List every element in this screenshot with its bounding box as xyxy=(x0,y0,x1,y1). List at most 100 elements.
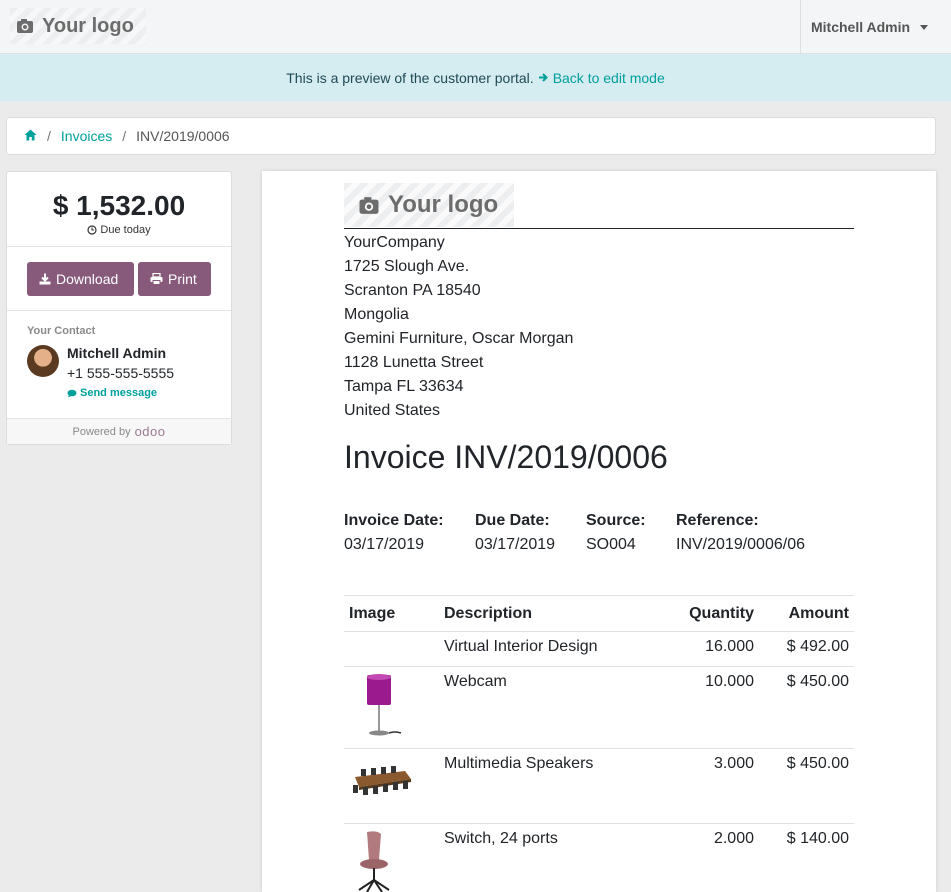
row-amount: $ 450.00 xyxy=(759,666,854,749)
address-line: Scranton PA 18540 xyxy=(344,282,481,299)
table-row: Multimedia Speakers 3.000 $ 450.00 xyxy=(344,748,854,824)
breadcrumb-separator: / xyxy=(47,128,51,144)
col-image: Image xyxy=(344,595,439,632)
row-image xyxy=(344,823,439,892)
col-quantity: Quantity xyxy=(654,595,759,632)
row-amount: $ 140.00 xyxy=(759,823,854,892)
col-amount: Amount xyxy=(759,595,854,632)
due-date-value: 03/17/2019 xyxy=(475,536,556,553)
contact-details: Mitchell Admin +1 555-555-5555 Send mess… xyxy=(67,345,174,399)
breadcrumb-home[interactable] xyxy=(24,128,37,144)
breadcrumb-invoices[interactable]: Invoices xyxy=(61,128,112,144)
breadcrumb-separator: / xyxy=(122,128,127,144)
row-quantity: 16.000 xyxy=(654,631,759,667)
company-logo[interactable]: Your logo xyxy=(10,8,146,44)
contact-title: Your Contact xyxy=(27,325,96,337)
download-button[interactable]: Download xyxy=(27,261,134,296)
reference-label: Reference: xyxy=(676,512,759,529)
row-image-empty xyxy=(344,631,439,667)
source-block: Source: SO004 xyxy=(586,509,646,557)
invoice-date-value: 03/17/2019 xyxy=(344,536,425,553)
table-row: Switch, 24 ports 2.000 $ 140.00 xyxy=(344,823,854,892)
avatar xyxy=(27,345,59,377)
row-amount: $ 450.00 xyxy=(759,748,854,824)
clock-icon xyxy=(87,225,98,235)
invoice-date-label: Invoice Date: xyxy=(344,512,444,529)
send-message-link[interactable]: Send message xyxy=(67,387,174,399)
row-image xyxy=(344,666,439,749)
actions-section: Download Print xyxy=(7,247,231,311)
invoice-sidebar: $ 1,532.00 Due today Download Print Your… xyxy=(6,171,232,445)
address-line: 1128 Lunetta Street xyxy=(344,354,484,371)
breadcrumb: / Invoices / INV/2019/0006 xyxy=(6,117,936,155)
source-label: Source: xyxy=(586,512,646,529)
address-line: Gemini Furniture, Oscar Morgan xyxy=(344,330,574,347)
invoice-document: Your logo YourCompany 1725 Slough Ave. S… xyxy=(262,171,936,892)
contact-phone: +1 555-555-5555 xyxy=(67,365,175,381)
download-icon xyxy=(39,273,51,284)
preview-message: This is a preview of the customer portal… xyxy=(286,69,534,86)
row-amount: $ 492.00 xyxy=(759,631,854,667)
row-quantity: 2.000 xyxy=(654,823,759,892)
logo-text: Your logo xyxy=(42,14,134,37)
chair-image xyxy=(358,831,390,892)
reference-value: INV/2019/0006/06 xyxy=(676,536,805,553)
back-to-edit-link[interactable]: Back to edit mode xyxy=(538,70,665,86)
address-line: Mongolia xyxy=(344,306,409,323)
powered-by-label: Powered by xyxy=(72,425,131,438)
invoice-date-block: Invoice Date: 03/17/2019 xyxy=(344,509,444,557)
contact-row: Mitchell Admin +1 555-555-5555 Send mess… xyxy=(27,345,231,399)
print-button[interactable]: Print xyxy=(138,261,211,296)
table-row: Webcam 10.000 $ 450.00 xyxy=(344,666,854,749)
home-icon xyxy=(24,129,37,141)
caret-down-icon xyxy=(920,24,929,30)
row-quantity: 3.000 xyxy=(654,748,759,824)
print-icon xyxy=(150,272,163,285)
lamp-image xyxy=(367,674,402,736)
preview-banner: This is a preview of the customer portal… xyxy=(0,54,951,101)
odoo-logo[interactable]: odoo xyxy=(135,424,166,439)
document-logo: Your logo xyxy=(344,183,514,227)
comment-icon xyxy=(67,389,77,397)
source-value: SO004 xyxy=(586,536,636,553)
address-line: YourCompany xyxy=(344,234,445,251)
back-to-edit-label: Back to edit mode xyxy=(552,69,665,86)
conference-table-image xyxy=(353,766,411,795)
amount-due: $ 1,532.00 xyxy=(52,190,186,221)
camera-icon xyxy=(17,19,33,33)
top-navbar: Your logo Mitchell Admin xyxy=(0,0,951,54)
user-name: Mitchell Admin xyxy=(811,19,911,35)
arrow-right-icon xyxy=(538,73,548,82)
camera-icon xyxy=(359,196,379,214)
row-description: Multimedia Speakers xyxy=(439,748,654,824)
due-status: Due today xyxy=(7,224,231,236)
address-line: Tampa FL 33634 xyxy=(344,378,464,395)
table-header-row: Image Description Quantity Amount xyxy=(344,595,854,632)
contact-section: Your Contact Mitchell Admin +1 555-555-5… xyxy=(7,311,231,419)
invoice-title: Invoice INV/2019/0006 xyxy=(344,439,668,475)
amount-section: $ 1,532.00 Due today xyxy=(7,172,231,247)
reference-block: Reference: INV/2019/0006/06 xyxy=(676,509,805,557)
document-logo-text: Your logo xyxy=(388,191,499,218)
row-description: Switch, 24 ports xyxy=(439,823,654,892)
address-line: 1725 Slough Ave. xyxy=(344,258,470,275)
header-divider xyxy=(344,228,854,229)
row-image xyxy=(344,748,439,824)
row-quantity: 10.000 xyxy=(654,666,759,749)
user-menu[interactable]: Mitchell Admin xyxy=(800,0,951,54)
address-line: United States xyxy=(344,402,441,419)
address-block: YourCompany 1725 Slough Ave. Scranton PA… xyxy=(344,231,573,423)
contact-name: Mitchell Admin xyxy=(67,345,167,361)
download-label: Download xyxy=(56,270,119,287)
powered-by: Powered by odoo xyxy=(7,419,231,444)
breadcrumb-current: INV/2019/0006 xyxy=(136,128,230,144)
col-description: Description xyxy=(439,595,654,632)
table-row: Virtual Interior Design 16.000 $ 492.00 xyxy=(344,631,854,667)
print-label: Print xyxy=(168,270,197,287)
due-date-label: Due Date: xyxy=(475,512,550,529)
row-description: Virtual Interior Design xyxy=(439,631,654,667)
invoice-lines-table: Image Description Quantity Amount Virtua… xyxy=(344,595,854,892)
send-message-label: Send message xyxy=(80,387,158,399)
row-description: Webcam xyxy=(439,666,654,749)
due-date-block: Due Date: 03/17/2019 xyxy=(475,509,555,557)
